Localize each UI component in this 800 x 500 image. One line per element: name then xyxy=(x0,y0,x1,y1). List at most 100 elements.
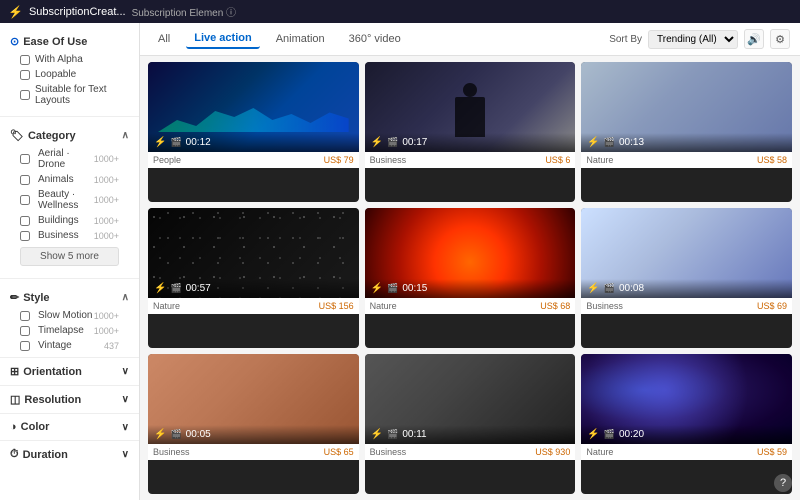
video-thumb-8: ⚡ 🎬 00:11 xyxy=(365,354,576,444)
duration-8: 00:11 xyxy=(402,429,426,440)
flash-icon-2: ⚡ xyxy=(371,137,383,148)
duration-3: 00:13 xyxy=(619,137,644,148)
vintage-checkbox[interactable] xyxy=(20,341,30,351)
tab-all[interactable]: All xyxy=(150,30,178,48)
video-card-1[interactable]: ⚡ 🎬 00:12 People US$ 79 xyxy=(148,62,359,202)
style-label: Style xyxy=(23,292,49,304)
cat-aerial-checkbox[interactable] xyxy=(20,154,30,164)
video-card-4[interactable]: ⚡ 🎬 00:57 Nature US$ 156 xyxy=(148,208,359,348)
ease-of-use-section: ⊙ Ease Of Use With Alpha Loopable Suitab… xyxy=(0,31,139,112)
cat-buildings[interactable]: Buildings 1000+ xyxy=(10,213,129,228)
video-cat-4: Nature xyxy=(153,301,180,311)
video-price-8: US$ 930 xyxy=(535,447,570,457)
orientation-header[interactable]: ⊞ Orientation ∨ xyxy=(10,362,129,381)
video-cat-1: People xyxy=(153,155,181,165)
category-icon: 🏷 xyxy=(10,129,24,142)
filter-loopable[interactable]: Loopable xyxy=(10,67,129,82)
cat-animals-checkbox[interactable] xyxy=(20,175,30,185)
video-card-7[interactable]: ⚡ 🎬 00:05 Business US$ 65 xyxy=(148,354,359,494)
color-header[interactable]: ◑ Color ∨ xyxy=(10,418,129,436)
duration-section: ⏱ Duration ∨ xyxy=(0,440,139,468)
cat-animals[interactable]: Animals 1000+ xyxy=(10,172,129,187)
breadcrumb[interactable]: Subscription Elemen ⓘ xyxy=(132,4,237,19)
flash-icon-3: ⚡ xyxy=(587,137,599,148)
video-grid: ⚡ 🎬 00:12 People US$ 79 ⚡ xyxy=(140,56,800,500)
color-label: Color xyxy=(21,421,50,433)
video-price-5: US$ 68 xyxy=(540,301,570,311)
video-cat-8: Business xyxy=(370,447,407,457)
tab-360-video[interactable]: 360° video xyxy=(341,30,409,48)
loopable-checkbox[interactable] xyxy=(20,70,30,80)
duration-4: 00:57 xyxy=(186,283,211,294)
flash-icon-8: ⚡ xyxy=(371,429,383,440)
show-more-button[interactable]: Show 5 more xyxy=(20,247,119,266)
tab-animation[interactable]: Animation xyxy=(268,30,333,48)
category-header[interactable]: 🏷 Category ∧ xyxy=(10,125,129,146)
video-card-5[interactable]: ⚡ 🎬 00:15 Nature US$ 68 xyxy=(365,208,576,348)
style-vintage[interactable]: Vintage 437 xyxy=(10,338,129,353)
style-timelapse[interactable]: Timelapse 1000+ xyxy=(10,323,129,338)
divider-2 xyxy=(0,278,139,279)
duration-5: 00:15 xyxy=(402,283,427,294)
filter-text-layouts[interactable]: Suitable for Text Layouts xyxy=(10,82,129,108)
video-cat-5: Nature xyxy=(370,301,397,311)
cat-aerial[interactable]: Aerial · Drone 1000+ xyxy=(10,146,129,172)
resolution-header[interactable]: ◫ Resolution ∨ xyxy=(10,390,129,409)
video-cat-2: Business xyxy=(370,155,407,165)
style-chevron: ∧ xyxy=(122,292,129,303)
duration-6: 00:08 xyxy=(619,283,644,294)
style-header[interactable]: ✏ Style ∧ xyxy=(10,287,129,308)
filter-with-alpha[interactable]: With Alpha xyxy=(10,52,129,67)
main-layout: ⊙ Ease Of Use With Alpha Loopable Suitab… xyxy=(0,23,800,500)
timelapse-checkbox[interactable] xyxy=(20,326,30,336)
brand-name: SubscriptionCreat... xyxy=(29,6,126,18)
video-overlay-4: ⚡ 🎬 00:57 xyxy=(148,279,359,298)
flash-icon-9: ⚡ xyxy=(587,429,599,440)
video-cat-3: Nature xyxy=(586,155,613,165)
cat-buildings-checkbox[interactable] xyxy=(20,216,30,226)
cat-business-checkbox[interactable] xyxy=(20,231,30,241)
duration-9: 00:20 xyxy=(619,429,644,440)
cam-icon-9: 🎬 xyxy=(604,429,615,440)
with-alpha-checkbox[interactable] xyxy=(20,55,30,65)
cat-beauty-checkbox[interactable] xyxy=(20,195,30,205)
settings-button[interactable]: ⚙ xyxy=(770,29,790,49)
video-info-2: Business US$ 6 xyxy=(365,152,576,168)
orientation-chevron: ∨ xyxy=(122,366,129,377)
duration-header[interactable]: ⏱ Duration ∨ xyxy=(10,445,129,464)
video-price-4: US$ 156 xyxy=(319,301,354,311)
help-button[interactable]: ? xyxy=(774,474,792,492)
video-price-7: US$ 65 xyxy=(324,447,354,457)
duration-2: 00:17 xyxy=(402,137,427,148)
style-slow-motion[interactable]: Slow Motion 1000+ xyxy=(10,308,129,323)
resolution-chevron: ∨ xyxy=(122,394,129,405)
video-cat-7: Business xyxy=(153,447,190,457)
duration-icon: ⏱ xyxy=(10,448,19,461)
volume-button[interactable]: 🔊 xyxy=(744,29,764,49)
video-overlay-5: ⚡ 🎬 00:15 xyxy=(365,279,576,298)
video-overlay-6: ⚡ 🎬 00:08 xyxy=(581,279,792,298)
video-thumb-1: ⚡ 🎬 00:12 xyxy=(148,62,359,152)
top-bar: ⚡ SubscriptionCreat... Subscription Elem… xyxy=(0,0,800,23)
cam-icon-6: 🎬 xyxy=(604,283,615,294)
ease-label: Ease Of Use xyxy=(23,36,87,48)
video-overlay-9: ⚡ 🎬 00:20 xyxy=(581,425,792,444)
slow-motion-checkbox[interactable] xyxy=(20,311,30,321)
tab-live-action[interactable]: Live action xyxy=(186,29,259,49)
video-card-6[interactable]: ⚡ 🎬 00:08 Business US$ 69 xyxy=(581,208,792,348)
text-layouts-checkbox[interactable] xyxy=(20,90,30,100)
cat-business[interactable]: Business 1000+ xyxy=(10,228,129,243)
cat-beauty[interactable]: Beauty · Wellness 1000+ xyxy=(10,187,129,213)
category-section: 🏷 Category ∧ Aerial · Drone 1000+ Animal… xyxy=(0,121,139,274)
video-card-9[interactable]: ⚡ 🎬 00:20 Nature US$ 59 xyxy=(581,354,792,494)
video-info-7: Business US$ 65 xyxy=(148,444,359,460)
video-info-1: People US$ 79 xyxy=(148,152,359,168)
video-thumb-5: ⚡ 🎬 00:15 xyxy=(365,208,576,298)
color-icon: ◑ xyxy=(10,421,17,433)
video-card-2[interactable]: ⚡ 🎬 00:17 Business US$ 6 xyxy=(365,62,576,202)
cam-icon-4: 🎬 xyxy=(170,283,181,294)
sort-select[interactable]: Trending (All) Newest Most Popular xyxy=(648,30,738,49)
sidebar: ⊙ Ease Of Use With Alpha Loopable Suitab… xyxy=(0,23,140,500)
video-card-8[interactable]: ⚡ 🎬 00:11 Business US$ 930 xyxy=(365,354,576,494)
video-card-3[interactable]: ⚡ 🎬 00:13 Nature US$ 58 xyxy=(581,62,792,202)
